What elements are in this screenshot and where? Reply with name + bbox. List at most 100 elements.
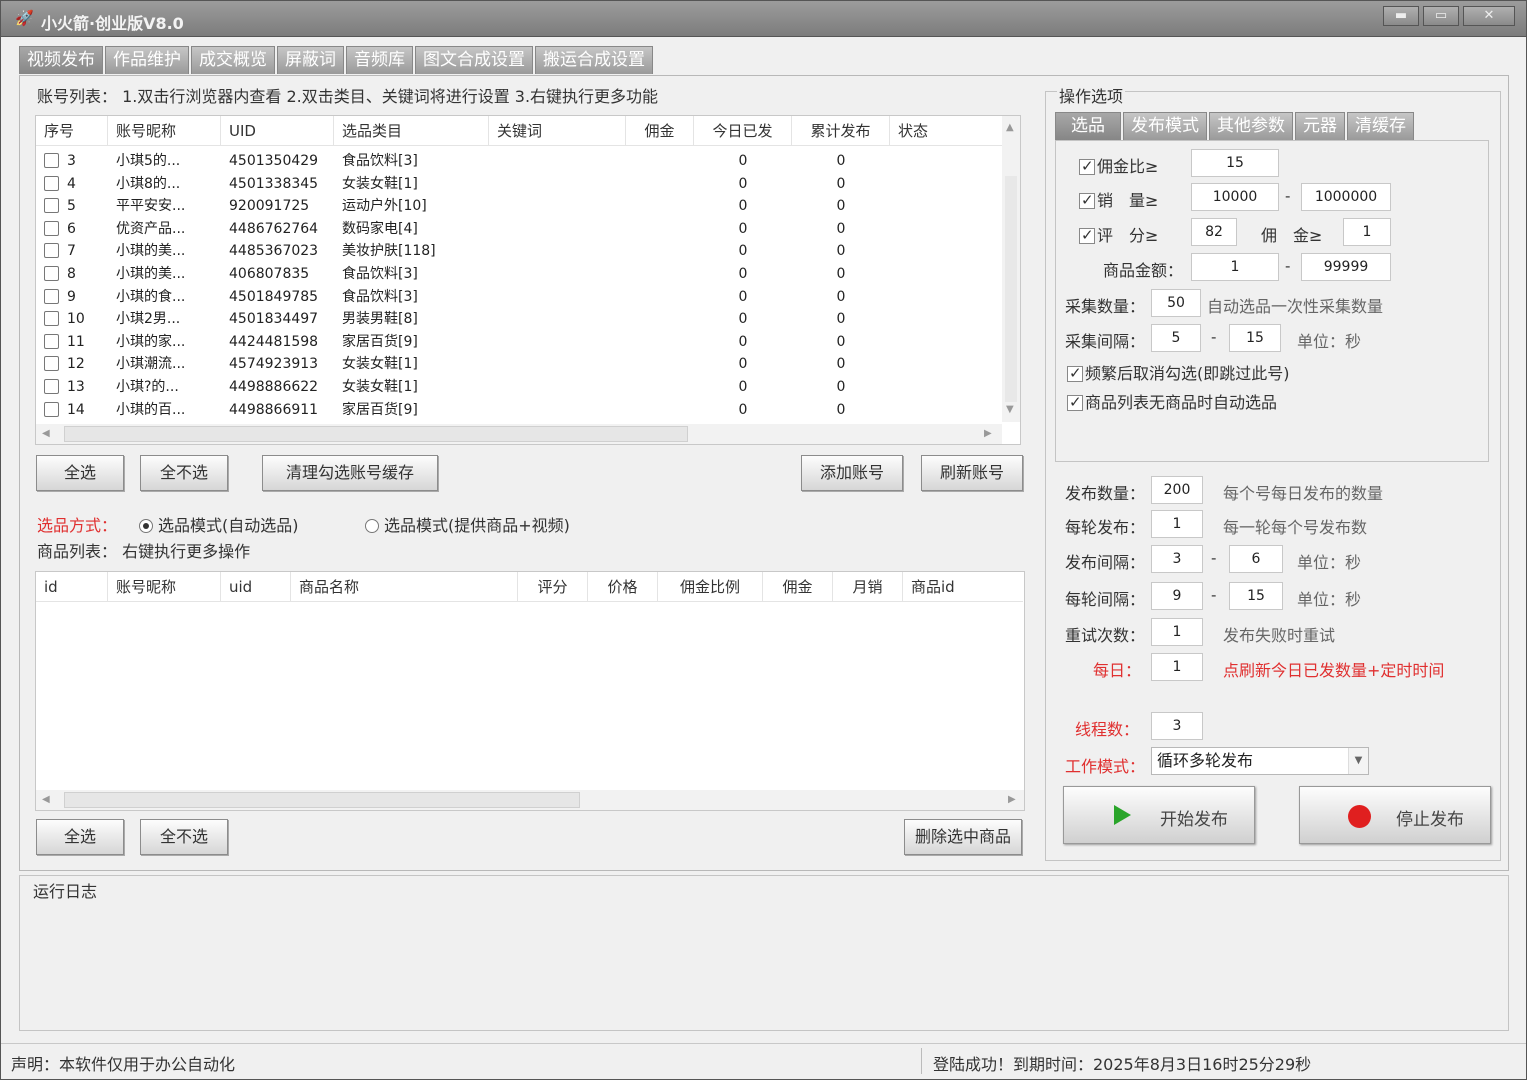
col-header[interactable]: 关键词	[489, 116, 626, 146]
col-header[interactable]: uid	[221, 572, 291, 602]
table-row[interactable]: 6 优资产品... 4486762764 数码家电[4] 0 0	[36, 218, 1002, 241]
col-header[interactable]: 账号昵称	[108, 116, 221, 146]
accounts-select-none-button[interactable]: 全不选	[140, 455, 228, 491]
round-interval-max-input[interactable]: 15	[1229, 582, 1283, 610]
table-row[interactable]: 7 小琪的美... 4485367023 美妆护肤[118] 0 0	[36, 240, 1002, 263]
collect-interval-min-input[interactable]: 5	[1151, 324, 1201, 352]
stop-publish-button[interactable]: 停止发布	[1299, 786, 1491, 844]
row-checkbox[interactable]	[44, 401, 59, 417]
tab-deal-overview[interactable]: 成交概览	[191, 46, 275, 74]
scroll-thumb[interactable]	[64, 426, 688, 442]
chevron-down-icon[interactable]: ▼	[1348, 748, 1368, 774]
table-row[interactable]: 13 小琪?的... 4498886622 女装女鞋[1] 0 0	[36, 376, 1002, 399]
products-table[interactable]: id 账号昵称 uid 商品名称 评分 价格 佣金比例 佣金 月销 商品id ◀…	[35, 571, 1025, 811]
work-mode-select[interactable]: 循环多轮发布 ▼	[1151, 747, 1369, 775]
checkbox-checked-icon[interactable]	[1079, 191, 1095, 209]
sales-min-input[interactable]: 10000	[1191, 183, 1279, 211]
row-checkbox[interactable]	[44, 356, 59, 372]
retry-input[interactable]: 1	[1151, 618, 1203, 646]
price-min-input[interactable]: 1	[1191, 253, 1279, 281]
col-header[interactable]: 账号昵称	[108, 572, 221, 602]
table-row[interactable]: 4 小琪8的... 4501338345 女装女鞋[1] 0 0	[36, 173, 1002, 196]
tab-blocked-words[interactable]: 屏蔽词	[277, 46, 344, 74]
commission-ratio-checkbox[interactable]: 佣金比≥	[1079, 153, 1158, 177]
start-publish-button[interactable]: 开始发布	[1063, 786, 1255, 844]
sales-checkbox[interactable]: 销 量≥	[1079, 187, 1158, 211]
round-interval-min-input[interactable]: 9	[1151, 582, 1203, 610]
accounts-table[interactable]: 序号 账号昵称 UID 选品类目 关键词 佣金 今日已发 累计发布 状态 3 小琪…	[35, 115, 1021, 445]
col-header[interactable]: 月销	[833, 572, 903, 602]
collect-interval-max-input[interactable]: 15	[1229, 324, 1281, 352]
col-header[interactable]: 累计发布	[792, 116, 890, 146]
col-header[interactable]: id	[36, 572, 108, 602]
row-checkbox[interactable]	[44, 311, 59, 327]
tab-video-publish[interactable]: 视频发布	[19, 46, 103, 74]
accounts-vscroll[interactable]: ▲ ▼	[1002, 116, 1020, 422]
row-checkbox[interactable]	[44, 153, 59, 168]
col-header[interactable]: 今日已发	[694, 116, 792, 146]
col-header[interactable]: 评分	[518, 572, 588, 602]
col-header[interactable]: 佣金	[763, 572, 833, 602]
tab-clear-cache[interactable]: 清缓存	[1347, 112, 1414, 140]
publish-interval-min-input[interactable]: 3	[1151, 545, 1203, 573]
scroll-thumb[interactable]	[64, 792, 580, 808]
publish-count-input[interactable]: 200	[1151, 476, 1203, 504]
rating-checkbox[interactable]: 评 分≥	[1079, 222, 1158, 246]
scroll-left-icon[interactable]: ◀	[42, 428, 50, 439]
checkbox-checked-icon[interactable]	[1067, 393, 1083, 411]
tab-transfer-settings[interactable]: 搬运合成设置	[535, 46, 653, 74]
checkbox-checked-icon[interactable]	[1079, 157, 1095, 175]
commission-input[interactable]: 1	[1343, 218, 1391, 246]
col-header[interactable]: 商品id	[903, 572, 1023, 602]
table-row[interactable]: 12 小琪潮流... 4574923913 女装女鞋[1] 0 0	[36, 353, 1002, 376]
scroll-thumb[interactable]	[1005, 176, 1017, 402]
table-row[interactable]: 9 小琪的食... 4501849785 食品饮料[3] 0 0	[36, 286, 1002, 309]
table-row[interactable]: 10 小琪2男... 4501834497 男装男鞋[8] 0 0	[36, 308, 1002, 331]
row-checkbox[interactable]	[44, 243, 59, 259]
radio-empty-icon[interactable]	[365, 519, 379, 533]
scroll-down-icon[interactable]: ▼	[1006, 404, 1014, 415]
maximize-button[interactable]: ▭	[1423, 6, 1459, 26]
minimize-button[interactable]: ▬	[1383, 6, 1419, 26]
tab-other-params[interactable]: 其他参数	[1209, 112, 1293, 140]
tab-selection[interactable]: 选品	[1055, 112, 1121, 140]
checkbox-checked-icon[interactable]	[1067, 364, 1083, 382]
products-select-all-button[interactable]: 全选	[36, 819, 124, 855]
selection-mode-provided[interactable]: 选品模式(提供商品+视频)	[365, 512, 570, 536]
products-select-none-button[interactable]: 全不选	[140, 819, 228, 855]
threads-input[interactable]: 3	[1151, 712, 1203, 740]
row-checkbox[interactable]	[44, 175, 59, 191]
col-header[interactable]: 状态	[890, 116, 1002, 146]
row-checkbox[interactable]	[44, 333, 59, 349]
tab-yuanqi[interactable]: 元器	[1295, 112, 1345, 140]
table-row[interactable]: 3 小琪5的... 4501350429 食品饮料[3] 0 0	[36, 150, 1002, 173]
rating-input[interactable]: 82	[1191, 218, 1237, 246]
row-checkbox[interactable]	[44, 198, 59, 214]
refresh-account-button[interactable]: 刷新账号	[921, 455, 1023, 491]
table-row[interactable]: 14 小琪的百... 4498866911 家居百货[9] 0 0	[36, 399, 1002, 422]
col-header[interactable]: UID	[221, 116, 334, 146]
accounts-hscroll[interactable]: ◀ ▶	[36, 424, 1002, 444]
commission-ratio-input[interactable]: 15	[1191, 149, 1279, 177]
close-button[interactable]: ✕	[1463, 6, 1515, 26]
row-checkbox[interactable]	[44, 288, 59, 304]
table-row[interactable]: 11 小琪的家... 4424481598 家居百货[9] 0 0	[36, 331, 1002, 354]
price-max-input[interactable]: 99999	[1301, 253, 1391, 281]
products-hscroll[interactable]: ◀ ▶	[36, 790, 1024, 810]
daily-input[interactable]: 1	[1151, 653, 1203, 681]
scroll-up-icon[interactable]: ▲	[1006, 122, 1014, 133]
run-log-box[interactable]	[19, 875, 1509, 1031]
table-row[interactable]: 8 小琪的美... 406807835 食品饮料[3] 0 0	[36, 263, 1002, 286]
tab-image-text-settings[interactable]: 图文合成设置	[415, 46, 533, 74]
row-checkbox[interactable]	[44, 266, 59, 281]
table-row[interactable]: 5 平平安安... 920091725 运动户外[10] 0 0	[36, 195, 1002, 218]
tab-works-maintain[interactable]: 作品维护	[105, 46, 189, 74]
checkbox-checked-icon[interactable]	[1079, 226, 1095, 244]
row-checkbox[interactable]	[44, 220, 59, 236]
row-checkbox[interactable]	[44, 379, 59, 394]
scroll-right-icon[interactable]: ▶	[984, 428, 992, 439]
col-header[interactable]: 序号	[36, 116, 108, 146]
accounts-select-all-button[interactable]: 全选	[36, 455, 124, 491]
add-account-button[interactable]: 添加账号	[801, 455, 903, 491]
selection-mode-auto[interactable]: 选品模式(自动选品)	[139, 512, 299, 536]
